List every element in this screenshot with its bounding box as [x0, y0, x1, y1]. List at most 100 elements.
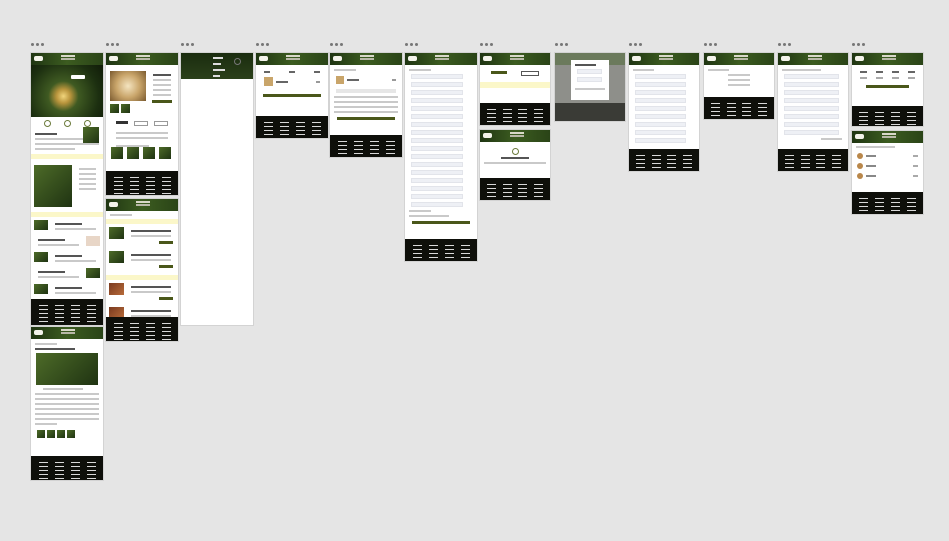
tab-reviews[interactable] — [154, 121, 168, 126]
form-field[interactable] — [411, 178, 464, 183]
artboard-handle-modal[interactable] — [555, 43, 568, 46]
related-product[interactable] — [143, 147, 155, 159]
logo[interactable] — [855, 134, 864, 139]
place-order-button[interactable] — [412, 221, 470, 224]
order-row[interactable] — [852, 161, 923, 171]
artboard-handle-menu[interactable] — [181, 43, 194, 46]
modal-dialog[interactable] — [571, 60, 609, 100]
cart-row[interactable] — [330, 74, 402, 86]
artboard-handle-orders[interactable] — [852, 43, 865, 46]
related-product[interactable] — [37, 430, 45, 438]
artboard-handle-home[interactable] — [31, 43, 44, 46]
form-field[interactable] — [411, 74, 464, 79]
settings-field[interactable] — [784, 130, 839, 135]
tab-description[interactable] — [116, 121, 128, 124]
checkout-button[interactable] — [263, 94, 321, 97]
order-row[interactable] — [852, 151, 923, 161]
logo[interactable] — [109, 202, 118, 207]
logo[interactable] — [632, 56, 641, 61]
login-button[interactable] — [491, 71, 507, 74]
account-link[interactable] — [728, 74, 750, 76]
logo[interactable] — [483, 133, 492, 138]
artboard-cart-summary[interactable] — [330, 53, 402, 157]
form-field[interactable] — [635, 90, 686, 95]
form-field[interactable] — [635, 122, 686, 127]
account-link[interactable] — [728, 84, 750, 86]
artboard-handle-checkout[interactable] — [405, 43, 418, 46]
settings-field[interactable] — [784, 82, 839, 87]
thumbnail[interactable] — [121, 104, 130, 113]
artboard-account-landing[interactable] — [480, 53, 550, 125]
artboard-checkout-form[interactable] — [405, 53, 477, 261]
modal-link[interactable] — [575, 88, 605, 90]
form-field[interactable] — [411, 138, 464, 143]
candle-photo[interactable] — [34, 165, 72, 207]
form-field[interactable] — [411, 106, 464, 111]
breadcrumb[interactable] — [110, 214, 132, 216]
form-field[interactable] — [411, 146, 464, 151]
form-field[interactable] — [635, 98, 686, 103]
coupon-field[interactable] — [336, 89, 396, 93]
artboard-account-form[interactable] — [629, 53, 699, 171]
form-field[interactable] — [635, 74, 686, 79]
list-item[interactable] — [34, 284, 100, 297]
artboard-blog-list[interactable] — [106, 199, 178, 341]
add-to-cart-button[interactable] — [151, 100, 173, 103]
artboard-article[interactable] — [31, 327, 103, 480]
form-field[interactable] — [411, 90, 464, 95]
form-field[interactable] — [411, 170, 464, 175]
list-item[interactable] — [34, 220, 100, 233]
form-field[interactable] — [411, 194, 464, 199]
logo[interactable] — [333, 56, 342, 61]
list-item[interactable] — [34, 252, 100, 265]
artboard-cart[interactable] — [256, 53, 328, 138]
account-link[interactable] — [728, 79, 750, 81]
artboard-handle-cart-summary[interactable] — [330, 43, 343, 46]
menu-item[interactable] — [213, 75, 220, 77]
list-item[interactable] — [109, 227, 175, 248]
artboard-handle-product[interactable] — [106, 43, 119, 46]
logo[interactable] — [855, 56, 864, 61]
settings-field[interactable] — [784, 90, 839, 95]
artboard-handle-account-form[interactable] — [629, 43, 642, 46]
related-product[interactable] — [67, 430, 75, 438]
artboard-orders-list[interactable] — [852, 131, 923, 214]
artboard-order-confirmation[interactable] — [480, 130, 550, 200]
logo[interactable] — [781, 56, 790, 61]
view-order-button[interactable] — [866, 85, 909, 88]
logo[interactable] — [707, 56, 716, 61]
form-field[interactable] — [635, 106, 686, 111]
form-field[interactable] — [635, 130, 686, 135]
form-field[interactable] — [411, 162, 464, 167]
order-row[interactable] — [852, 171, 923, 181]
form-field[interactable] — [411, 130, 464, 135]
artboard-menu-overlay[interactable] — [181, 53, 253, 325]
close-icon[interactable] — [234, 58, 241, 65]
menu-item[interactable] — [213, 69, 225, 71]
form-field[interactable] — [635, 138, 686, 143]
logo[interactable] — [259, 56, 268, 61]
form-field[interactable] — [411, 202, 464, 207]
logo[interactable] — [34, 330, 43, 335]
product-main-image[interactable] — [110, 71, 146, 101]
artboard-product[interactable] — [106, 53, 178, 195]
form-field[interactable] — [411, 114, 464, 119]
form-field[interactable] — [411, 186, 464, 191]
breadcrumb[interactable] — [35, 343, 57, 345]
logo[interactable] — [483, 56, 492, 61]
modal-field[interactable] — [577, 69, 602, 74]
logo[interactable] — [408, 56, 417, 61]
proceed-button[interactable] — [337, 117, 395, 120]
artboard-modal[interactable] — [555, 53, 625, 121]
artboard-handle-settings[interactable] — [778, 43, 791, 46]
artboard-handle-cart[interactable] — [256, 43, 269, 46]
settings-field[interactable] — [784, 114, 839, 119]
related-product[interactable] — [127, 147, 139, 159]
artboard-handle-confirmation[interactable] — [480, 43, 493, 46]
form-field[interactable] — [411, 98, 464, 103]
list-item[interactable] — [109, 251, 175, 272]
settings-field[interactable] — [784, 98, 839, 103]
settings-field[interactable] — [784, 106, 839, 111]
payment-option[interactable] — [409, 215, 449, 217]
list-item[interactable] — [34, 236, 100, 249]
